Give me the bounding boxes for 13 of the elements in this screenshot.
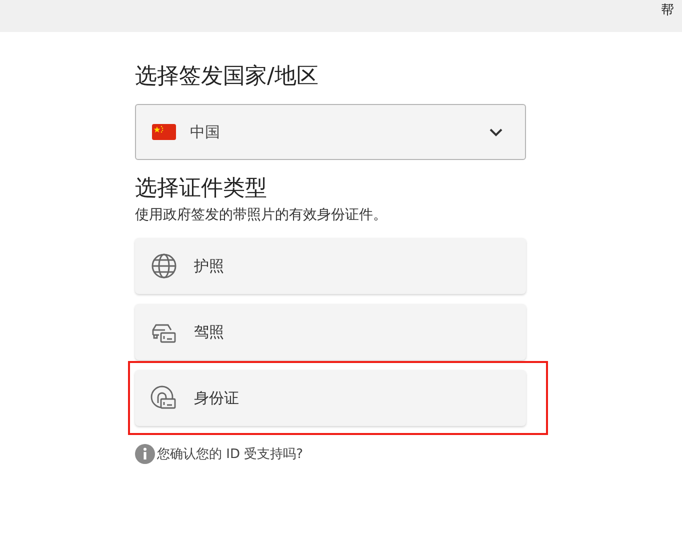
info-icon <box>135 444 155 464</box>
country-dropdown[interactable]: 中国 <box>135 104 526 160</box>
help-link[interactable]: 帮 <box>661 0 674 19</box>
flag-icon <box>152 124 176 140</box>
description-text: 使用政府签发的带照片的有效身份证件。 <box>135 206 388 224</box>
document-option[interactable]: 护照 <box>135 238 526 294</box>
globe-icon <box>150 252 178 280</box>
section-heading: 选择签发国家/地区 <box>135 63 320 91</box>
document-option[interactable]: 驾照 <box>135 304 526 360</box>
chevron-down-icon <box>489 128 503 136</box>
section-heading: 选择证件类型 <box>135 175 268 203</box>
help-text[interactable]: 您确认您的 ID 受支持吗? <box>157 445 304 463</box>
document-option[interactable]: 身份证 <box>135 370 526 426</box>
